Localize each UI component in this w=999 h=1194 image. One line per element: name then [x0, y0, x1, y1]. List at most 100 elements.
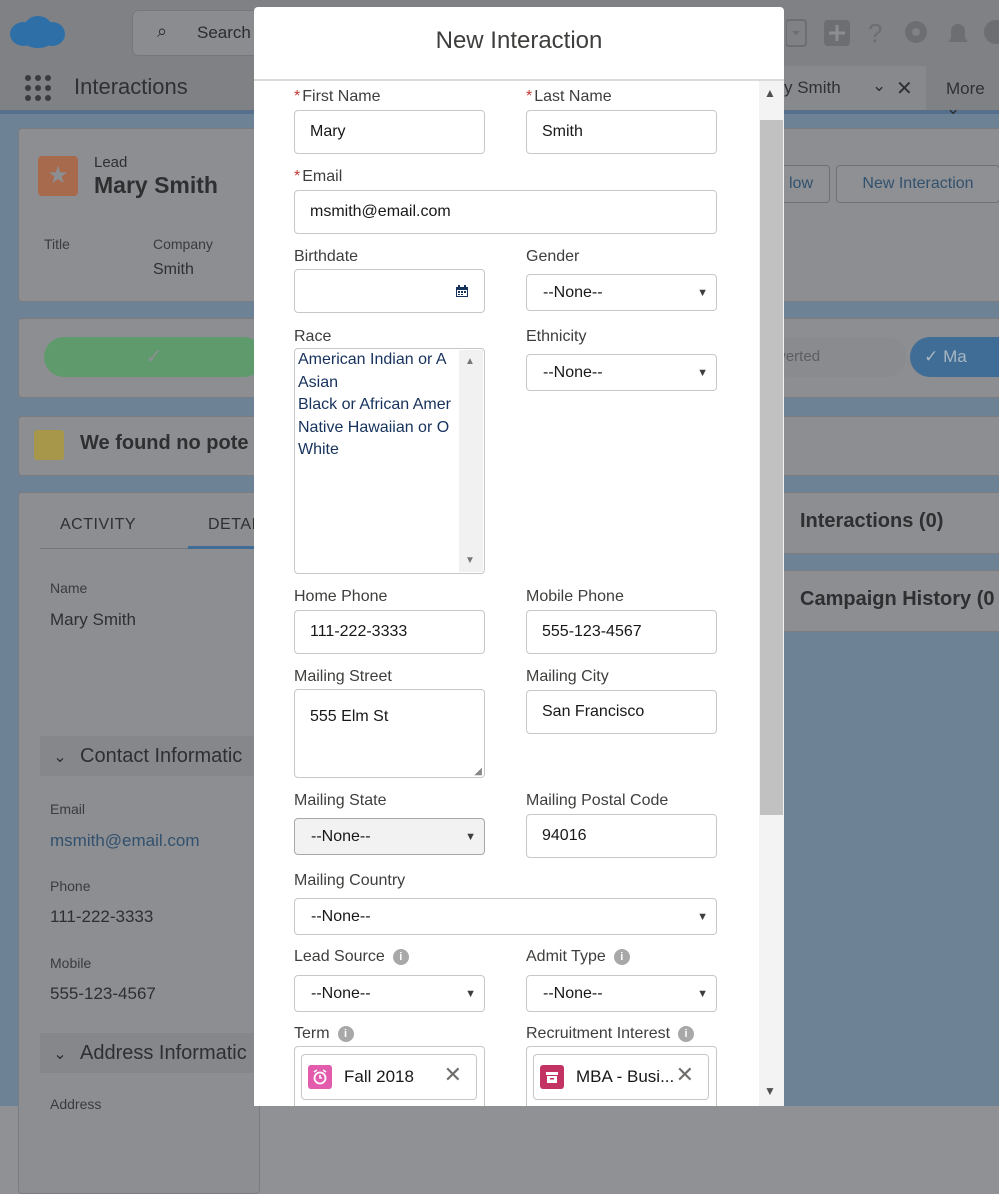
- address-label: Address: [50, 1096, 102, 1112]
- info-icon[interactable]: i: [337, 1026, 354, 1042]
- salesforce-logo-icon[interactable]: [8, 14, 66, 50]
- global-search[interactable]: ⌕ Search: [132, 10, 274, 56]
- help-icon: ?: [868, 18, 882, 48]
- record-name: Mary Smith: [94, 172, 218, 198]
- address-section-header[interactable]: ⌄ Address Informatic: [40, 1033, 258, 1073]
- chevron-down-icon[interactable]: ⌄: [872, 76, 886, 96]
- chevron-down-icon: ▼: [697, 987, 708, 1000]
- company-label: Company: [153, 236, 213, 252]
- race-option[interactable]: American Indian or A: [295, 349, 458, 372]
- search-icon: ⌕: [157, 21, 168, 41]
- duplicate-text: We found no pote: [80, 432, 249, 454]
- chevron-down-icon: ▼: [465, 987, 476, 1000]
- phone-label: Phone: [50, 878, 91, 894]
- race-multiselect[interactable]: ▲ ▼ American Indian or A Asian Black or …: [294, 348, 485, 574]
- home-phone-label: Home Phone: [294, 588, 388, 605]
- app-name: Interactions: [74, 74, 188, 99]
- mailing-street-label: Mailing Street: [294, 668, 392, 685]
- term-pill-label: Fall 2018: [344, 1067, 414, 1086]
- race-option[interactable]: Black or African Amer: [295, 394, 458, 417]
- race-option[interactable]: Native Hawaiian or O: [295, 417, 458, 440]
- term-pill[interactable]: Fall 2018 ✕: [301, 1054, 477, 1100]
- mark-status-button[interactable]: ✓ Ma: [910, 337, 999, 377]
- mailing-country-select[interactable]: --None-- ▼: [294, 898, 717, 935]
- gender-label: Gender: [526, 248, 580, 265]
- record-tab-label[interactable]: y Smith: [784, 78, 841, 98]
- recruitment-interest-pill-label: MBA - Busi...: [576, 1067, 675, 1086]
- bell-icon: [948, 24, 968, 42]
- chevron-up-icon: ▲: [465, 356, 475, 367]
- home-phone-field[interactable]: 111-222-3333: [294, 610, 485, 654]
- ethnicity-label: Ethnicity: [526, 328, 587, 345]
- phone-value: 111-222-3333: [50, 907, 154, 926]
- email-label: Email: [50, 801, 86, 817]
- scroll-down-icon[interactable]: ▼: [764, 1084, 776, 1098]
- lead-source-select[interactable]: --None-- ▼: [294, 975, 485, 1012]
- info-icon[interactable]: i: [613, 949, 630, 965]
- first-name-label: * First Name: [294, 88, 381, 105]
- birthdate-field[interactable]: [294, 269, 485, 313]
- mobile-phone-field[interactable]: 555-123-4567: [526, 610, 717, 654]
- required-marker: *: [294, 168, 301, 185]
- race-option[interactable]: White: [295, 439, 458, 462]
- path-step-complete[interactable]: ✓: [44, 337, 264, 377]
- ethnicity-select[interactable]: --None-- ▼: [526, 354, 717, 391]
- last-name-label: * Last Name: [526, 88, 612, 105]
- lead-source-label: Lead Source i: [294, 948, 409, 966]
- last-name-field[interactable]: Smith: [526, 110, 717, 154]
- gender-select[interactable]: --None-- ▼: [526, 274, 717, 311]
- recruitment-interest-pill[interactable]: MBA - Busi... ✕: [533, 1054, 709, 1100]
- race-label: Race: [294, 328, 332, 345]
- mailing-street-textarea[interactable]: 555 Elm St ◢: [294, 689, 485, 778]
- title-label: Title: [44, 236, 70, 252]
- modal-header: New Interaction: [254, 7, 784, 81]
- related-campaign-title[interactable]: Campaign History (0: [800, 588, 994, 611]
- required-marker: *: [526, 88, 533, 105]
- calendar-icon: [456, 285, 468, 297]
- resize-handle-icon[interactable]: ◢: [474, 766, 482, 777]
- mailing-country-label: Mailing Country: [294, 872, 406, 889]
- admit-type-label: Admit Type i: [526, 948, 630, 966]
- admit-type-select[interactable]: --None-- ▼: [526, 975, 717, 1012]
- email-link[interactable]: msmith@email.com: [50, 831, 200, 851]
- close-icon[interactable]: ✕: [676, 1062, 694, 1088]
- avatar: [984, 20, 999, 44]
- related-interactions-title[interactable]: Interactions (0): [800, 510, 943, 533]
- utility-icons: ?: [786, 18, 999, 48]
- alarm-clock-icon: [308, 1065, 332, 1089]
- more-tabs-button[interactable]: More ⌄: [946, 79, 999, 119]
- duplicate-icon: [34, 430, 64, 460]
- mailing-postal-label: Mailing Postal Code: [526, 792, 669, 809]
- path-step-converted[interactable]: nverted: [770, 337, 906, 377]
- search-placeholder: Search: [197, 23, 251, 42]
- new-interaction-button[interactable]: New Interaction: [836, 165, 999, 203]
- mailing-postal-field[interactable]: 94016: [526, 814, 717, 858]
- contact-section-header[interactable]: ⌄ Contact Informatic: [40, 736, 258, 776]
- lead-icon: ★: [38, 156, 78, 196]
- mailing-state-select[interactable]: --None-- ▼: [294, 818, 485, 855]
- info-icon[interactable]: i: [392, 949, 409, 965]
- term-label: Term i: [294, 1025, 354, 1043]
- email-field[interactable]: msmith@email.com: [294, 190, 717, 234]
- mailing-state-label: Mailing State: [294, 792, 387, 809]
- chevron-down-icon: ⌄: [53, 749, 67, 766]
- scroll-up-icon[interactable]: ▲: [764, 86, 776, 100]
- email-label: * Email: [294, 168, 343, 185]
- tab-details[interactable]: DETAI: [208, 516, 256, 534]
- active-tab-indicator: [188, 546, 258, 549]
- race-option[interactable]: Asian: [295, 372, 458, 395]
- listbox-scrollbar[interactable]: ▲ ▼: [459, 350, 483, 572]
- mailing-city-field[interactable]: San Francisco: [526, 690, 717, 734]
- tab-activity[interactable]: ACTIVITY: [60, 516, 136, 534]
- close-icon[interactable]: ✕: [444, 1062, 462, 1088]
- name-label: Name: [50, 580, 88, 596]
- info-icon[interactable]: i: [678, 1026, 695, 1042]
- scrollbar-thumb[interactable]: [760, 120, 783, 815]
- app-launcher-icon[interactable]: [24, 74, 52, 102]
- close-icon[interactable]: ✕: [896, 76, 913, 101]
- record-type-label: Lead: [94, 154, 128, 171]
- chevron-down-icon: ▼: [465, 830, 476, 843]
- company-value: Smith: [153, 261, 194, 278]
- chevron-down-icon: ▼: [697, 910, 708, 923]
- first-name-field[interactable]: Mary: [294, 110, 485, 154]
